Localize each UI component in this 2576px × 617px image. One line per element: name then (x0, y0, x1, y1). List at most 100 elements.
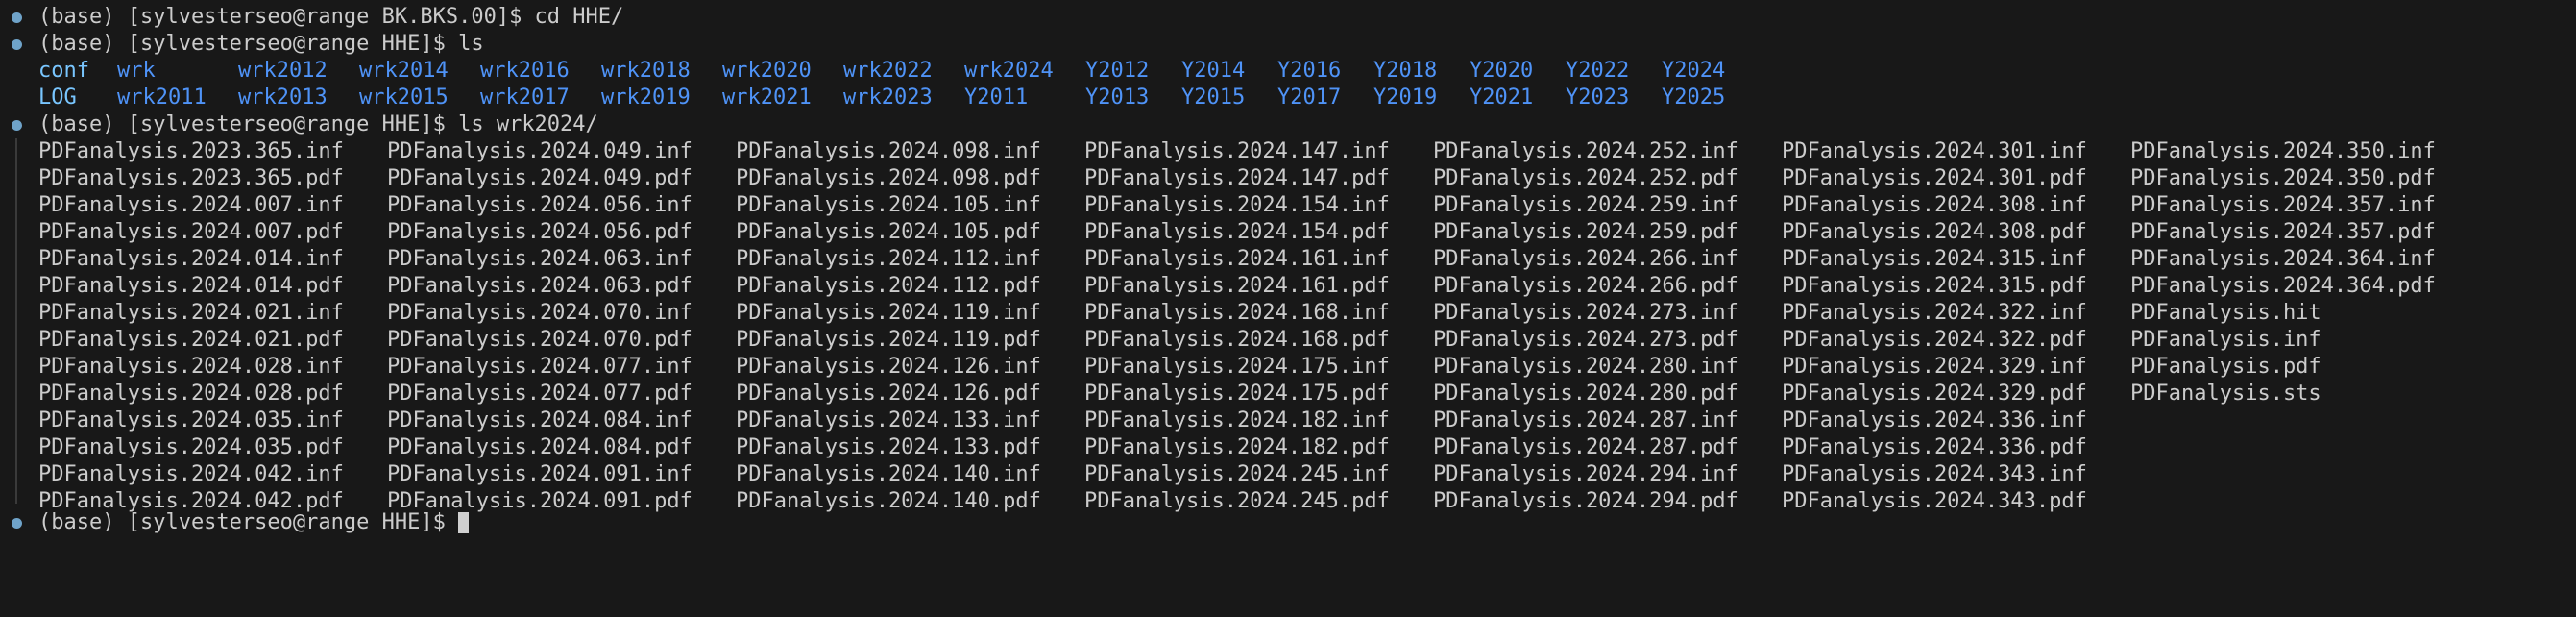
file-entry: PDFanalysis.2024.119.inf (736, 301, 1041, 325)
file-entry: PDFanalysis.2024.273.inf (1433, 301, 1738, 325)
ls-entry-wrk2017: wrk2017 (480, 86, 570, 110)
file-entry: PDFanalysis.2024.084.pdf (387, 435, 693, 459)
ls-entry-y2019: Y2019 (1373, 86, 1438, 110)
file-entry: PDFanalysis.2024.280.inf (1433, 355, 1738, 379)
terminal-window[interactable]: (base) [sylvesterseo@range BK.BKS.00]$ c… (0, 0, 2576, 534)
file-entry: PDFanalysis.2024.126.pdf (736, 382, 1041, 406)
file-entry: PDFanalysis.2024.245.inf (1084, 462, 1390, 486)
ls-output-row-1: conf wrk wrk2012 wrk2014 wrk2016 wrk2018 wrk20… (38, 58, 2536, 85)
file-listing-row: PDFanalysis.2023.365.pdf PDFanalysis.2024… (38, 165, 2536, 192)
file-listing-row: PDFanalysis.2023.365.inf PDFanalysis.2024… (38, 138, 2536, 165)
file-entry: PDFanalysis.2024.308.pdf (1782, 220, 2087, 244)
prompt-line-2: (base) [sylvesterseo@range HHE]$ ls (0, 31, 2576, 58)
file-entry: PDFanalysis.2024.301.pdf (1782, 166, 2087, 190)
file-entry: PDFanalysis.2024.287.inf (1433, 408, 1738, 432)
ls-entry-y2024: Y2024 (1662, 59, 1726, 83)
prompt-command-4: (base) [sylvesterseo@range HHE]$ (38, 510, 459, 534)
file-entry: PDFanalysis.2024.252.pdf (1433, 166, 1738, 190)
ls-entry-y2012: Y2012 (1085, 59, 1150, 83)
prompt-line-4[interactable]: (base) [sylvesterseo@range HHE]$ (0, 509, 2576, 536)
file-entry: PDFanalysis.hit (2130, 301, 2321, 325)
ls-entry-wrk2012: wrk2012 (238, 59, 328, 83)
prompt-line-1: (base) [sylvesterseo@range BK.BKS.00]$ c… (0, 4, 2576, 31)
file-entry: PDFanalysis.2024.021.pdf (38, 328, 344, 352)
ls-entry-wrk2015: wrk2015 (359, 86, 449, 110)
file-entry: PDFanalysis.2024.098.inf (736, 139, 1041, 163)
file-entry: PDFanalysis.2024.259.pdf (1433, 220, 1738, 244)
ls-entry-y2015: Y2015 (1181, 86, 1246, 110)
ls-entry-y2022: Y2022 (1566, 59, 1630, 83)
ls-entry-wrk2018: wrk2018 (601, 59, 691, 83)
file-entry: PDFanalysis.2024.049.inf (387, 139, 693, 163)
file-entry: PDFanalysis.2024.091.inf (387, 462, 693, 486)
file-entry: PDFanalysis.2024.350.inf (2130, 139, 2436, 163)
file-entry: PDFanalysis.2024.112.pdf (736, 274, 1041, 298)
file-entry: PDFanalysis.2024.350.pdf (2130, 166, 2436, 190)
file-listing-row: PDFanalysis.2024.014.pdf PDFanalysis.2024… (38, 273, 2536, 300)
file-entry: PDFanalysis.2024.168.pdf (1084, 328, 1390, 352)
file-entry: PDFanalysis.2024.364.pdf (2130, 274, 2436, 298)
file-entry: PDFanalysis.2024.329.inf (1782, 355, 2087, 379)
file-entry: PDFanalysis.2024.315.pdf (1782, 274, 2087, 298)
file-entry: PDFanalysis.2024.077.inf (387, 355, 693, 379)
file-entry: PDFanalysis.2024.182.inf (1084, 408, 1390, 432)
prompt-command-3: (base) [sylvesterseo@range HHE]$ ls wrk2… (38, 112, 598, 136)
file-listing-row: PDFanalysis.2024.007.inf PDFanalysis.2024… (38, 192, 2536, 219)
file-entry: PDFanalysis.2024.077.pdf (387, 382, 693, 406)
text-cursor (458, 512, 470, 533)
prompt-status-dot-icon (12, 518, 22, 529)
file-entry: PDFanalysis.2024.175.inf (1084, 355, 1390, 379)
file-entry: PDFanalysis.2024.154.pdf (1084, 220, 1390, 244)
file-entry: PDFanalysis.2024.084.inf (387, 408, 693, 432)
ls-entry-wrk2013: wrk2013 (238, 86, 328, 110)
file-entry: PDFanalysis.inf (2130, 328, 2321, 352)
ls-entry-wrk2021: wrk2021 (722, 86, 812, 110)
file-entry: PDFanalysis.2024.007.pdf (38, 220, 344, 244)
file-entry: PDFanalysis.2024.294.inf (1433, 462, 1738, 486)
ls-entry-y2021: Y2021 (1470, 86, 1534, 110)
ls-entry-wrk2016: wrk2016 (480, 59, 570, 83)
file-entry: PDFanalysis.2024.035.pdf (38, 435, 344, 459)
file-entry: PDFanalysis.2024.357.pdf (2130, 220, 2436, 244)
file-entry: PDFanalysis.2024.126.inf (736, 355, 1041, 379)
file-entry: PDFanalysis.2024.028.inf (38, 355, 344, 379)
ls-entry-conf: conf (38, 59, 89, 83)
file-listing-row: PDFanalysis.2024.021.pdf PDFanalysis.2024… (38, 327, 2536, 354)
file-entry: PDFanalysis.2024.056.pdf (387, 220, 693, 244)
ls-entry-y2011: Y2011 (964, 86, 1029, 110)
file-entry: PDFanalysis.2024.322.inf (1782, 301, 2087, 325)
ls-entry-y2025: Y2025 (1662, 86, 1726, 110)
ls-entry-y2020: Y2020 (1470, 59, 1534, 83)
file-entry: PDFanalysis.2024.182.pdf (1084, 435, 1390, 459)
file-listing-row: PDFanalysis.2024.021.inf PDFanalysis.2024… (38, 300, 2536, 327)
ls-entry-wrk2011: wrk2011 (117, 86, 207, 110)
file-entry: PDFanalysis.2023.365.pdf (38, 166, 344, 190)
ls-entry-y2017: Y2017 (1277, 86, 1342, 110)
file-entry: PDFanalysis.2024.105.inf (736, 193, 1041, 217)
prompt-command-1: (base) [sylvesterseo@range BK.BKS.00]$ c… (38, 5, 624, 29)
file-entry: PDFanalysis.2024.336.pdf (1782, 435, 2087, 459)
ls-output-row-2: LOG wrk2011 wrk2013 wrk2015 wrk2017 wrk2019 wr… (38, 85, 2536, 111)
file-entry: PDFanalysis.2024.252.inf (1433, 139, 1738, 163)
ls-entry-y2016: Y2016 (1277, 59, 1342, 83)
ls-entry-y2023: Y2023 (1566, 86, 1630, 110)
file-entry: PDFanalysis.2024.168.inf (1084, 301, 1390, 325)
file-entry: PDFanalysis.2024.266.pdf (1433, 274, 1738, 298)
file-entry: PDFanalysis.2024.133.inf (736, 408, 1041, 432)
output-gutter (15, 138, 17, 504)
file-listing-row: PDFanalysis.2024.042.inf PDFanalysis.2024… (38, 461, 2536, 488)
file-entry: PDFanalysis.pdf (2130, 355, 2321, 379)
file-entry: PDFanalysis.2024.161.pdf (1084, 274, 1390, 298)
file-entry: PDFanalysis.2024.140.inf (736, 462, 1041, 486)
file-entry: PDFanalysis.2024.161.inf (1084, 247, 1390, 271)
file-entry: PDFanalysis.2024.056.inf (387, 193, 693, 217)
file-listing-row: PDFanalysis.2024.035.pdf PDFanalysis.2024… (38, 434, 2536, 461)
file-entry: PDFanalysis.2024.175.pdf (1084, 382, 1390, 406)
file-entry: PDFanalysis.2024.329.pdf (1782, 382, 2087, 406)
file-entry: PDFanalysis.2024.070.pdf (387, 328, 693, 352)
prompt-command-2: (base) [sylvesterseo@range HHE]$ ls (38, 32, 484, 56)
ls-entry-y2013: Y2013 (1085, 86, 1150, 110)
file-entry: PDFanalysis.2024.315.inf (1782, 247, 2087, 271)
ls-entry-log: LOG (38, 86, 77, 110)
file-entry: PDFanalysis.2024.280.pdf (1433, 382, 1738, 406)
